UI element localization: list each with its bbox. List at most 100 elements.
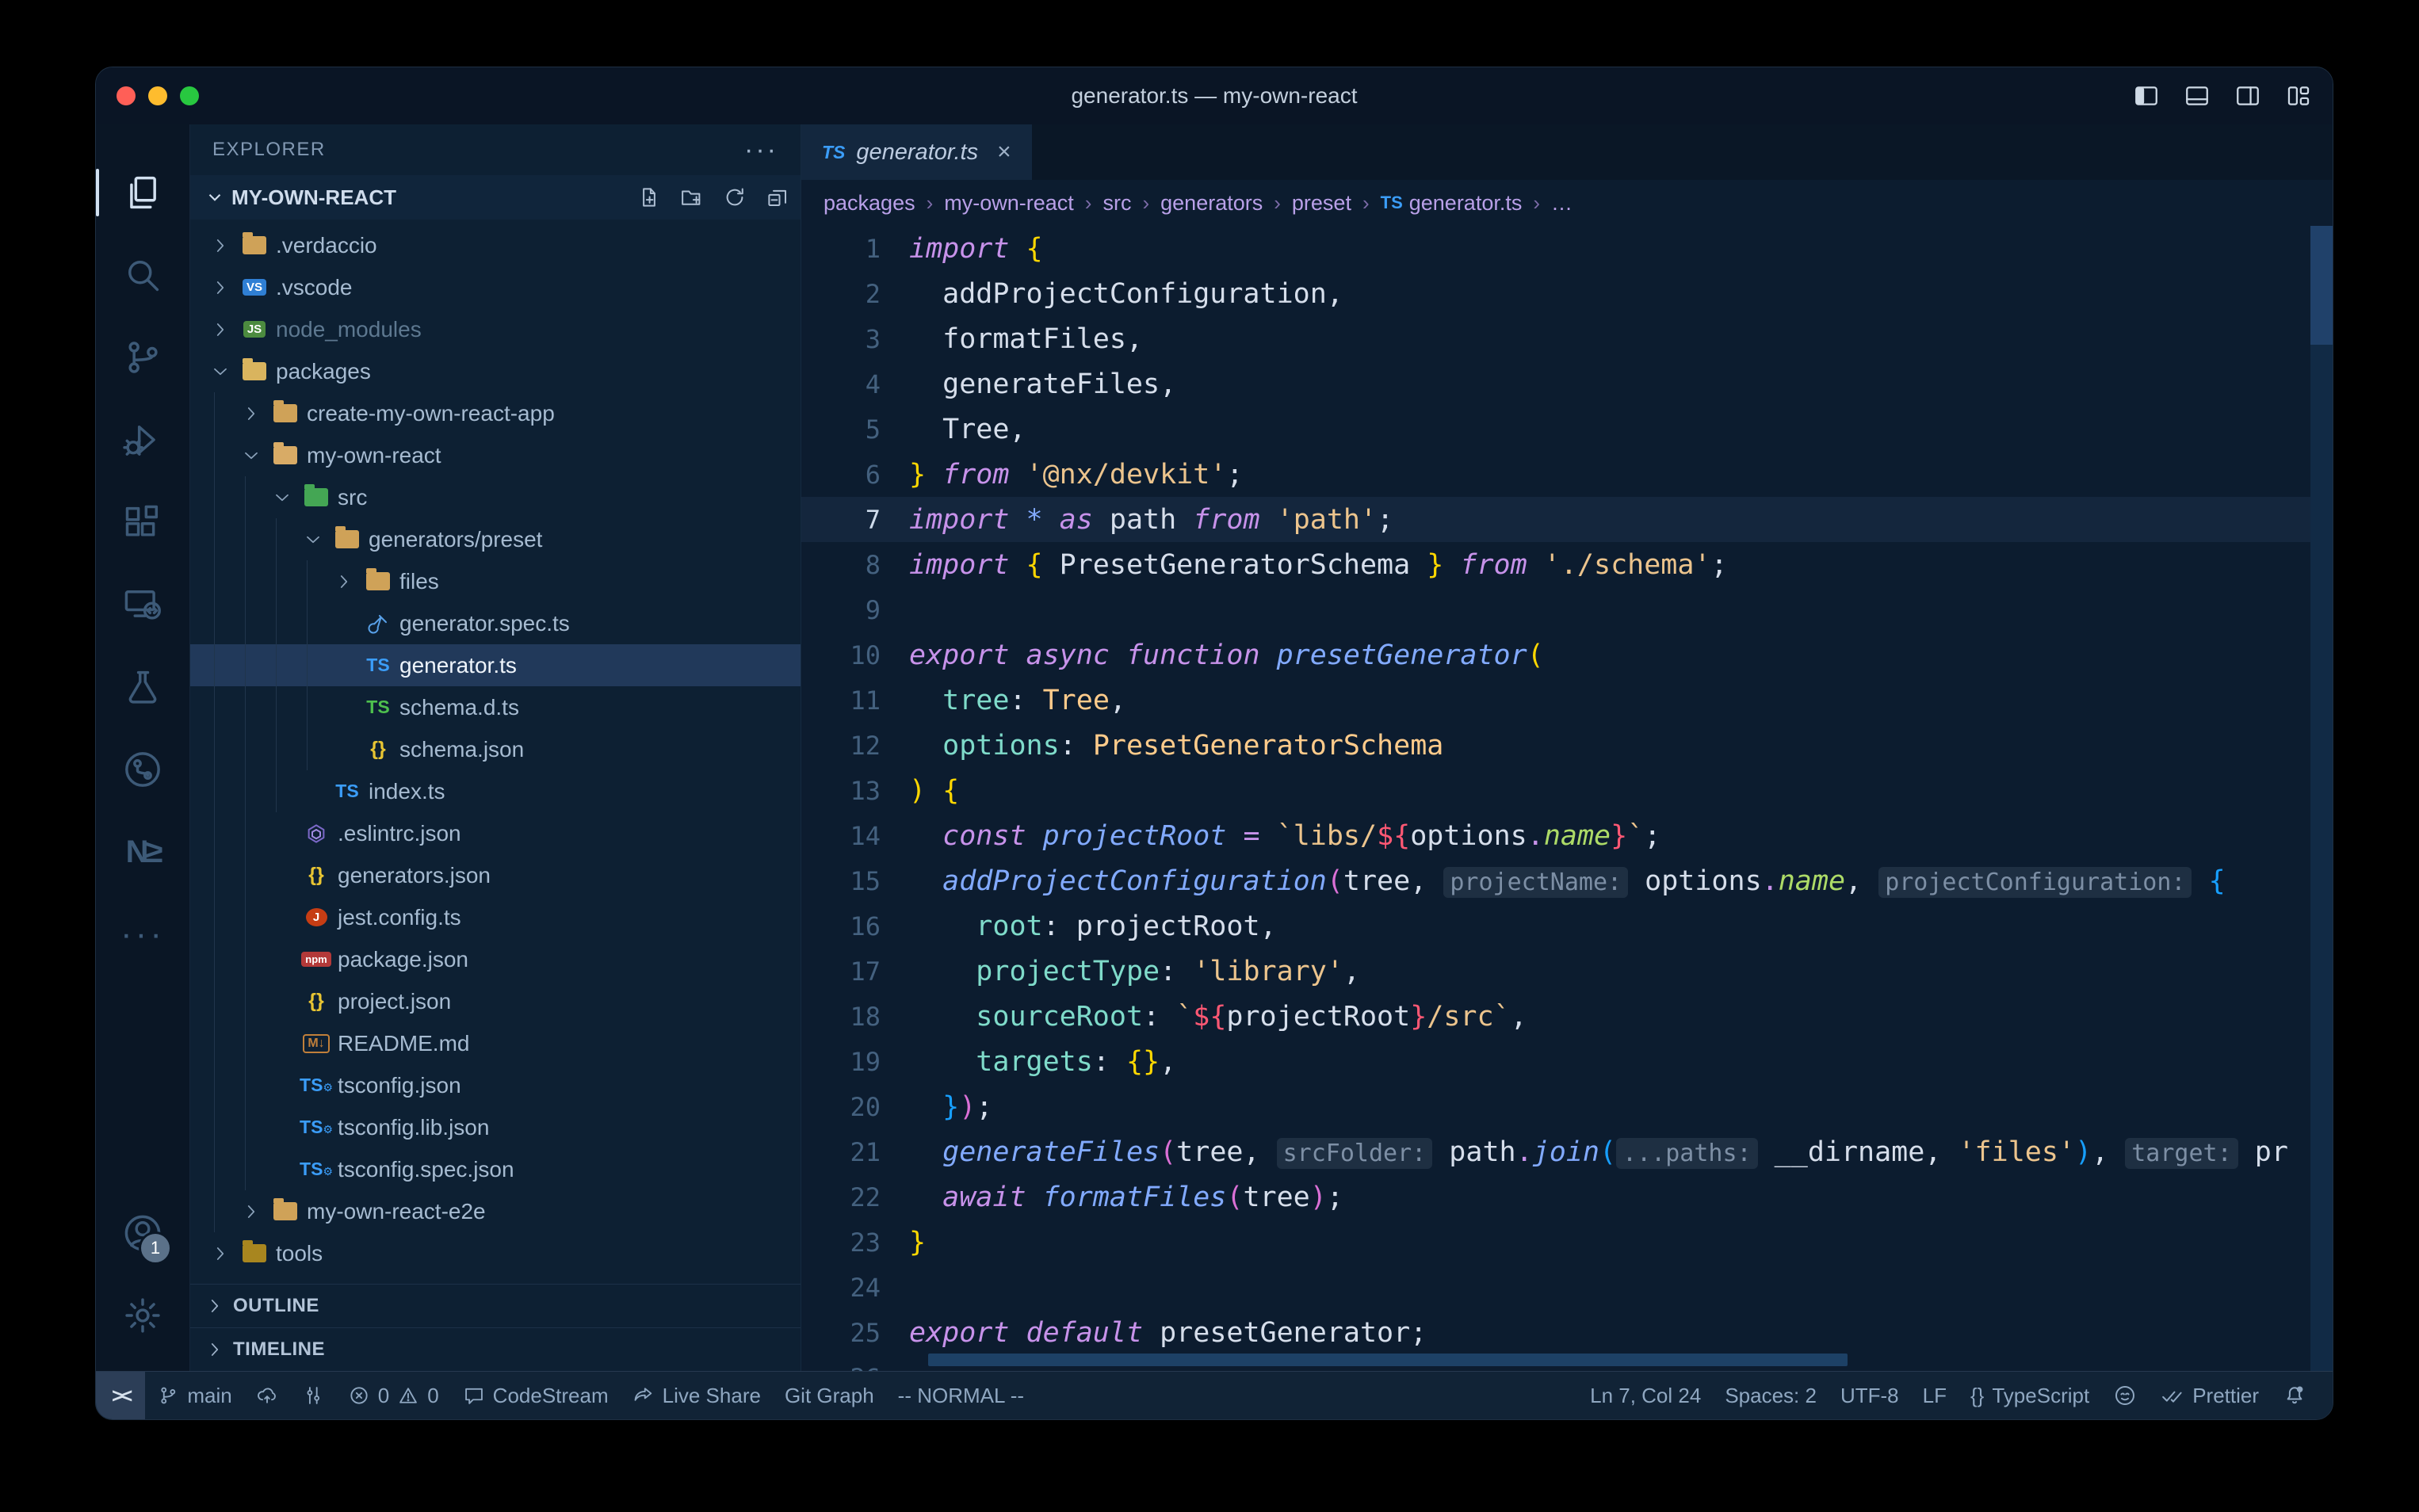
breadcrumb-item-generators[interactable]: generators xyxy=(1160,191,1263,216)
close-tab-icon[interactable]: × xyxy=(997,139,1011,166)
status-eol[interactable]: LF xyxy=(1911,1372,1959,1419)
tree-item-tsconfig-spec-json[interactable]: TS⚙tsconfig.spec.json xyxy=(190,1148,801,1190)
breadcrumb-item-my-own-react[interactable]: my-own-react xyxy=(944,191,1074,216)
tree-item-tools[interactable]: tools xyxy=(190,1232,801,1274)
tree-item-schema-d-ts[interactable]: TSschema.d.ts xyxy=(190,686,801,728)
project-root-row[interactable]: MY-OWN-REACT xyxy=(190,175,801,220)
code-line-17[interactable]: 17 projectType: 'library', xyxy=(801,949,2333,994)
tree-item-generator-spec-ts[interactable]: generator.spec.ts xyxy=(190,602,801,644)
section-outline[interactable]: OUTLINE xyxy=(190,1284,801,1327)
code-line-12[interactable]: 12 options: PresetGeneratorSchema xyxy=(801,723,2333,768)
code-line-13[interactable]: 13) { xyxy=(801,768,2333,813)
activity-account-icon[interactable]: 1 xyxy=(109,1192,177,1274)
code-line-2[interactable]: 2 addProjectConfiguration, xyxy=(801,271,2333,316)
tree-item-files[interactable]: files xyxy=(190,560,801,602)
refresh-explorer-button[interactable] xyxy=(723,185,747,209)
activity-source-control-icon[interactable] xyxy=(109,316,177,399)
tree-item--vscode[interactable]: VS.vscode xyxy=(190,266,801,308)
code-line-5[interactable]: 5 Tree, xyxy=(801,407,2333,452)
code-line-16[interactable]: 16 root: projectRoot, xyxy=(801,903,2333,949)
breadcrumb-item-generator-ts[interactable]: TSgenerator.ts xyxy=(1381,191,1523,216)
tree-item-schema-json[interactable]: {}schema.json xyxy=(190,728,801,770)
status-git-graph[interactable]: Git Graph xyxy=(773,1372,886,1419)
tree-item--eslintrc-json[interactable]: .eslintrc.json xyxy=(190,812,801,854)
tree-item-node-modules[interactable]: JSnode_modules xyxy=(190,308,801,350)
status-live-share[interactable]: Live Share xyxy=(621,1372,773,1419)
minimize-window-button[interactable] xyxy=(148,86,167,105)
breadcrumb-item--[interactable]: … xyxy=(1551,191,1573,216)
close-window-button[interactable] xyxy=(117,86,136,105)
activity-run-debug-icon[interactable] xyxy=(109,399,177,481)
customize-layout-button[interactable] xyxy=(2285,82,2312,109)
code-line-15[interactable]: 15 addProjectConfiguration(tree, project… xyxy=(801,858,2333,903)
code-line-9[interactable]: 9 xyxy=(801,587,2333,632)
collapse-folders-button[interactable] xyxy=(766,185,789,209)
code-line-18[interactable]: 18 sourceRoot: `${projectRoot}/src`, xyxy=(801,994,2333,1039)
tree-item-generators-preset[interactable]: generators/preset xyxy=(190,518,801,560)
vertical-scrollbar[interactable] xyxy=(2310,226,2333,1371)
activity-git-graph-view-icon[interactable] xyxy=(109,728,177,811)
status-vim-mode[interactable]: -- NORMAL -- xyxy=(886,1372,1036,1419)
tree-item-project-json[interactable]: {}project.json xyxy=(190,980,801,1022)
code-line-7[interactable]: 7import * as path from 'path'; xyxy=(801,497,2333,542)
status-github[interactable] xyxy=(2101,1372,2149,1419)
status-git-graph-fetch[interactable] xyxy=(290,1372,336,1419)
activity-explorer-icon[interactable] xyxy=(109,151,177,234)
code-editor[interactable]: 1import {2 addProjectConfiguration,3 for… xyxy=(801,226,2333,1371)
tree-item-tsconfig-lib-json[interactable]: TS⚙tsconfig.lib.json xyxy=(190,1106,801,1148)
section-timeline[interactable]: TIMELINE xyxy=(190,1327,801,1371)
tab-generator-ts[interactable]: TS generator.ts × xyxy=(801,124,1032,180)
code-line-23[interactable]: 23} xyxy=(801,1220,2333,1265)
breadcrumb-item-preset[interactable]: preset xyxy=(1292,191,1351,216)
tree-item-readme-md[interactable]: M↓README.md xyxy=(190,1022,801,1064)
breadcrumb-item-packages[interactable]: packages xyxy=(824,191,915,216)
tree-item-src[interactable]: src xyxy=(190,476,801,518)
activity-settings-icon[interactable] xyxy=(109,1274,177,1357)
status-prettier[interactable]: Prettier xyxy=(2149,1372,2271,1419)
status-encoding[interactable]: UTF-8 xyxy=(1829,1372,1911,1419)
zoom-window-button[interactable] xyxy=(180,86,199,105)
status-codestream[interactable]: CodeStream xyxy=(451,1372,621,1419)
code-line-11[interactable]: 11 tree: Tree, xyxy=(801,678,2333,723)
code-line-4[interactable]: 4 generateFiles, xyxy=(801,361,2333,407)
status-notifications[interactable] xyxy=(2271,1372,2318,1419)
code-line-6[interactable]: 6} from '@nx/devkit'; xyxy=(801,452,2333,497)
vertical-scrollbar-thumb[interactable] xyxy=(2310,226,2333,345)
tree-item-jest-config-ts[interactable]: Jjest.config.ts xyxy=(190,896,801,938)
code-line-22[interactable]: 22 await formatFiles(tree); xyxy=(801,1174,2333,1220)
code-line-21[interactable]: 21 generateFiles(tree, srcFolder: path.j… xyxy=(801,1129,2333,1174)
status-problems[interactable]: 00 xyxy=(336,1372,451,1419)
horizontal-scrollbar[interactable] xyxy=(928,1354,1848,1366)
toggle-primary-sidebar-button[interactable] xyxy=(2133,82,2160,109)
code-line-25[interactable]: 25export default presetGenerator; xyxy=(801,1310,2333,1355)
tree-item-tsconfig-json[interactable]: TS⚙tsconfig.json xyxy=(190,1064,801,1106)
activity-extensions-icon[interactable] xyxy=(109,481,177,563)
code-line-8[interactable]: 8import { PresetGeneratorSchema } from '… xyxy=(801,542,2333,587)
code-line-1[interactable]: 1import { xyxy=(801,226,2333,271)
breadcrumb-item-src[interactable]: src xyxy=(1102,191,1131,216)
new-folder-button[interactable] xyxy=(680,185,704,209)
tree-item-package-json[interactable]: npmpackage.json xyxy=(190,938,801,980)
tree-item-my-own-react[interactable]: my-own-react xyxy=(190,434,801,476)
activity-search-icon[interactable] xyxy=(109,234,177,316)
status-cursor-position[interactable]: Ln 7, Col 24 xyxy=(1578,1372,1713,1419)
activity-more-views-icon[interactable]: ··· xyxy=(109,893,177,976)
toggle-panel-button[interactable] xyxy=(2184,82,2211,109)
activity-remote-explorer-icon[interactable] xyxy=(109,563,177,646)
status-git-branch[interactable]: main xyxy=(145,1372,243,1419)
tree-item-generator-ts[interactable]: TSgenerator.ts xyxy=(190,644,801,686)
activity-testing-icon[interactable] xyxy=(109,646,177,728)
code-line-10[interactable]: 10export async function presetGenerator( xyxy=(801,632,2333,678)
explorer-more-actions-button[interactable]: ··· xyxy=(744,135,778,166)
code-line-24[interactable]: 24 xyxy=(801,1265,2333,1310)
code-line-14[interactable]: 14 const projectRoot = `libs/${options.n… xyxy=(801,813,2333,858)
activity-nx-console-icon[interactable]: N≥ xyxy=(109,811,177,893)
tree-item-create-my-own-react-app[interactable]: create-my-own-react-app xyxy=(190,392,801,434)
tree-item-packages[interactable]: packages xyxy=(190,350,801,392)
toggle-secondary-sidebar-button[interactable] xyxy=(2234,82,2261,109)
code-line-20[interactable]: 20 }); xyxy=(801,1084,2333,1129)
tree-item--verdaccio[interactable]: .verdaccio xyxy=(190,224,801,266)
status-remote-indicator[interactable]: >< xyxy=(96,1372,145,1419)
tree-item-my-own-react-e2e[interactable]: my-own-react-e2e xyxy=(190,1190,801,1232)
status-indentation[interactable]: Spaces: 2 xyxy=(1713,1372,1829,1419)
